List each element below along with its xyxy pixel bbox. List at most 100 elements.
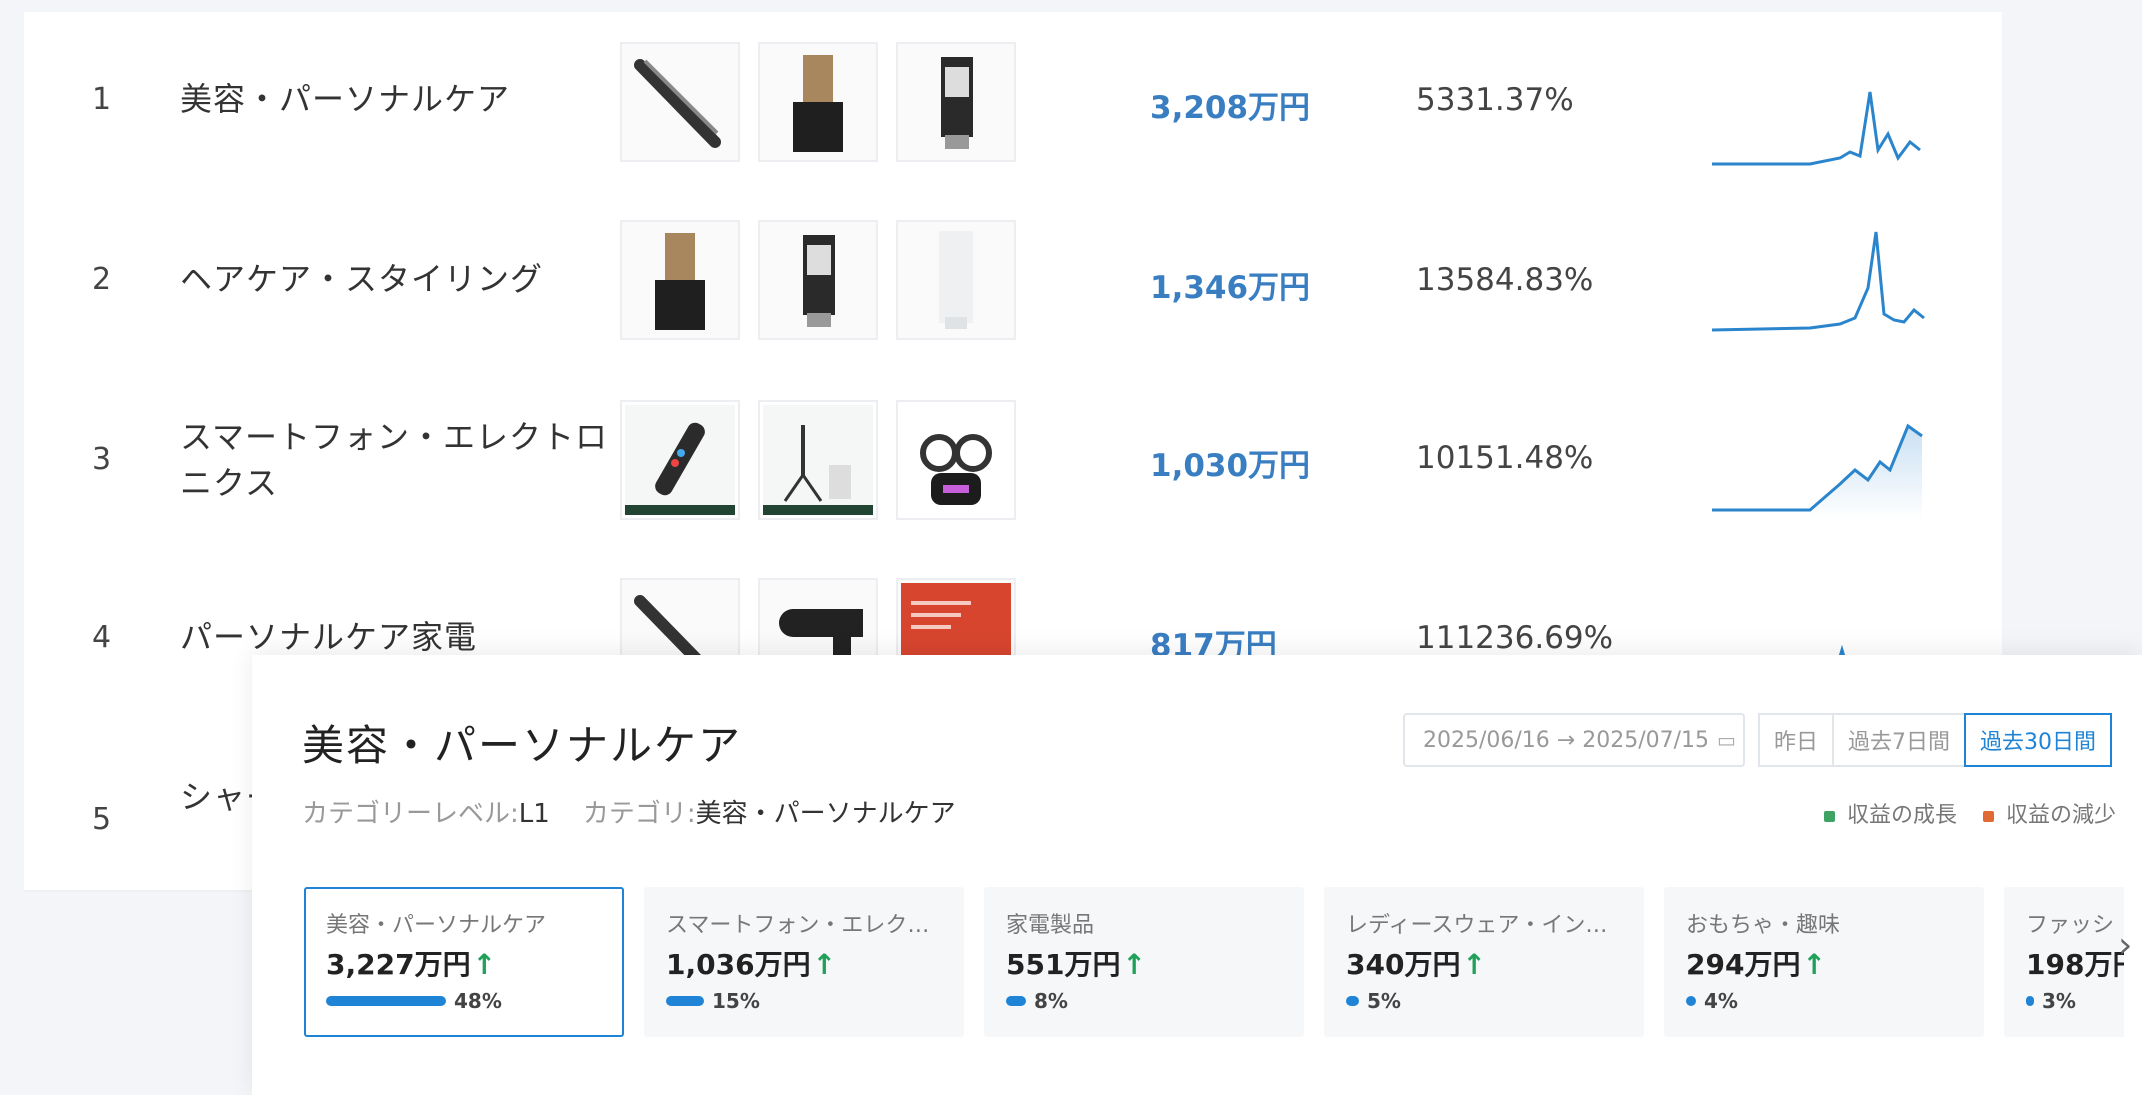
card-revenue: 294万円↑ [1686, 943, 1962, 983]
subcategory-card[interactable]: スマートフォン・エレク… 1,036万円↑ 15% [644, 887, 964, 1037]
card-share: 3% [2026, 989, 2124, 1013]
revenue-value: 3,208万円 [1150, 90, 1311, 126]
revenue-value: 1,030万円 [1150, 448, 1311, 484]
hair-straightener-image [634, 59, 721, 148]
arrow-up-icon: ↑ [1802, 948, 1826, 981]
revenue-value: 1,346万円 [1150, 270, 1311, 306]
product-image[interactable] [620, 220, 740, 340]
category-name[interactable]: パーソナルケア家電 [180, 614, 620, 660]
card-revenue: 3,227万円↑ [326, 943, 602, 983]
category-value: 美容・パーソナルケア [695, 799, 956, 829]
table-row[interactable]: 2 ヘアケア・スタイリング 1,346万円 13584.83% [24, 192, 2002, 372]
subcategory-card[interactable]: おもちゃ・趣味 294万円↑ 4% [1664, 887, 1984, 1037]
range-7days-button[interactable]: 過去7日間 [1832, 713, 1967, 767]
table-row[interactable]: 3 スマートフォン・エレクトロニクス 1,030万円 10151.48% [24, 370, 2002, 552]
product-image[interactable] [758, 42, 878, 162]
trend-sparkline [1711, 231, 1925, 332]
range-selector: 昨日 過去7日間 過去30日間 [1758, 713, 2113, 767]
card-revenue-value: 551万円 [1006, 948, 1121, 981]
category-name[interactable]: スマートフォン・エレクトロニクス [180, 414, 620, 506]
product-tube-image [941, 57, 973, 149]
product-thumbnails [620, 42, 1016, 162]
level-label: カテゴリーレベル: [302, 799, 519, 829]
share-bar [326, 996, 446, 1006]
product-image[interactable] [758, 400, 878, 520]
rank-number: 2 [92, 262, 112, 297]
product-image[interactable] [896, 42, 1016, 162]
subcategory-card[interactable]: 美容・パーソナルケア 3,227万円↑ 48% [304, 887, 624, 1037]
subcategory-card[interactable]: レディースウェア・イン… 340万円↑ 5% [1324, 887, 1644, 1037]
card-revenue: 340万円↑ [1346, 943, 1622, 983]
product-image[interactable] [896, 220, 1016, 340]
legend-label: 収益の成長 [1846, 803, 1957, 828]
product-image[interactable] [758, 220, 878, 340]
range-yesterday-button[interactable]: 昨日 [1758, 713, 1835, 767]
share-percent: 3% [2042, 989, 2076, 1013]
legend-item-decline: 収益の減少 [1982, 797, 2116, 829]
level-value: L1 [518, 799, 550, 829]
growth-rate: 13584.83% [1416, 262, 1594, 298]
card-share: 15% [666, 989, 942, 1013]
category-name[interactable]: 美容・パーソナルケア [180, 76, 620, 122]
card-share: 48% [326, 989, 602, 1013]
product-image[interactable] [620, 400, 740, 520]
calendar-icon: ▭ [1717, 728, 1736, 752]
arrow-up-icon: ↑ [1122, 948, 1146, 981]
subcategory-cards: 美容・パーソナルケア 3,227万円↑ 48% スマートフォン・エレク… 1,036万円… [304, 887, 2124, 1041]
card-revenue: 551万円↑ [1006, 943, 1282, 983]
share-bar [1346, 996, 1359, 1006]
share-bar [2026, 996, 2034, 1006]
category-detail-panel: 美容・パーソナルケア カテゴリーレベル:L1 カテゴリ:美容・パーソナルケア 2… [252, 655, 2142, 1095]
card-revenue-value: 3,227万円 [326, 948, 471, 981]
range-30days-button[interactable]: 過去30日間 [1964, 713, 2113, 767]
decline-dot-icon [1982, 810, 1994, 822]
growth-dot-icon [1823, 810, 1835, 822]
card-revenue: 1,036万円↑ [666, 943, 942, 983]
share-bar [1686, 996, 1696, 1006]
subcategory-card[interactable]: 家電製品 551万円↑ 8% [984, 887, 1304, 1037]
rank-number: 4 [92, 620, 112, 655]
translator-device-image [625, 405, 735, 515]
white-tube-image [939, 231, 973, 329]
card-revenue: 198万円↑ [2026, 943, 2124, 983]
chevron-right-icon[interactable]: › [2118, 925, 2132, 966]
arrow-up-icon: ↑ [472, 948, 497, 981]
rank-number: 5 [92, 802, 112, 837]
share-percent: 48% [454, 989, 502, 1013]
product-image[interactable] [620, 42, 740, 162]
arrow-up-icon: ↑ [812, 948, 837, 981]
product-tube-image [803, 235, 835, 327]
date-range-picker[interactable]: 2025/06/16 → 2025/07/15 ▭ [1403, 713, 1745, 767]
product-image[interactable] [896, 400, 1016, 520]
product-thumbnails [620, 400, 1016, 520]
rank-number: 3 [92, 442, 112, 477]
growth-rate: 10151.48% [1416, 440, 1594, 476]
legend-label: 収益の減少 [2005, 803, 2116, 828]
growth-rate: 111236.69% [1416, 620, 1614, 656]
card-category-name: スマートフォン・エレク… [666, 913, 930, 938]
growth-rate: 5331.37% [1416, 82, 1574, 118]
card-category-name: おもちゃ・趣味 [1686, 913, 1841, 938]
subcategory-card[interactable]: ファッシ 198万円↑ 3% [2004, 887, 2124, 1037]
category-name[interactable]: ヘアケア・スタイリング [180, 256, 620, 302]
earbuds-image [920, 434, 992, 505]
product-thumbnails [620, 220, 1016, 340]
trend-sparkline [1712, 423, 1923, 520]
rank-number: 1 [92, 82, 112, 117]
product-box-image [793, 55, 843, 152]
share-percent: 15% [712, 989, 760, 1013]
share-percent: 4% [1704, 989, 1738, 1013]
card-category-name: レディースウェア・イン… [1346, 913, 1608, 938]
legend: 収益の成長 収益の減少 [1823, 797, 2116, 829]
card-share: 5% [1346, 989, 1622, 1013]
category-label: カテゴリ: [582, 799, 696, 829]
table-row[interactable]: 1 美容・パーソナルケア 3,208万円 5331.37% [24, 12, 2002, 194]
panel-title: 美容・パーソナルケア [302, 721, 743, 770]
card-revenue-value: 1,036万円 [666, 948, 811, 981]
card-revenue-value: 340万円 [1346, 948, 1461, 981]
share-bar [666, 996, 704, 1006]
trend-sparkline [1712, 91, 1921, 166]
share-bar [1006, 996, 1026, 1006]
tripod-image [763, 405, 873, 515]
product-box-image [655, 233, 705, 330]
